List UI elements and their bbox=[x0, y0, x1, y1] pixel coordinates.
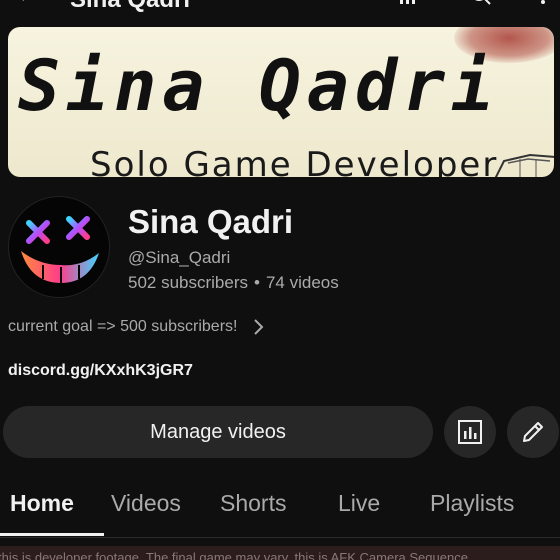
banner-subtitle: Solo Game Developer bbox=[90, 145, 499, 177]
subscriber-count: 502 subscribers bbox=[128, 273, 249, 292]
channel-description-row[interactable]: current goal => 500 subscribers! bbox=[8, 316, 265, 338]
channel-handle: @Sina_Qadri bbox=[128, 248, 231, 267]
top-bar-title: Sina Qadri bbox=[70, 0, 190, 14]
banner-title: Sina Qadri bbox=[18, 45, 500, 127]
tab-live[interactable]: Live bbox=[338, 490, 380, 517]
tab-home[interactable]: Home bbox=[10, 490, 74, 517]
tab-videos[interactable]: Videos bbox=[111, 490, 181, 517]
pencil-icon bbox=[523, 422, 543, 442]
edit-channel-button[interactable] bbox=[507, 406, 559, 458]
cast-icon[interactable] bbox=[398, 0, 420, 6]
tab-shorts[interactable]: Shorts bbox=[220, 490, 286, 517]
active-tab-indicator bbox=[0, 533, 104, 536]
channel-name: Sina Qadri bbox=[128, 203, 294, 240]
back-arrow-icon[interactable] bbox=[14, 0, 30, 2]
stats-separator: • bbox=[254, 273, 260, 292]
channel-link[interactable]: discord.gg/KXxhK3jGR7 bbox=[8, 362, 193, 380]
video-count: 74 videos bbox=[265, 273, 339, 292]
video-caption-strip: this is developer footage. The final gam… bbox=[0, 546, 560, 560]
manage-videos-button[interactable]: Manage videos bbox=[3, 406, 433, 458]
channel-banner: Sina Qadri Solo Game Developer bbox=[8, 27, 554, 177]
chevron-right-icon bbox=[254, 319, 264, 335]
car-sketch-icon bbox=[494, 153, 554, 177]
channel-tabs: Home Videos Shorts Live Playlists bbox=[0, 484, 560, 538]
more-vert-icon[interactable] bbox=[538, 0, 548, 6]
search-icon[interactable] bbox=[470, 0, 492, 6]
channel-stats: 502 subscribers • 74 videos bbox=[128, 273, 339, 293]
tab-playlists[interactable]: Playlists bbox=[430, 490, 514, 517]
channel-avatar[interactable] bbox=[8, 196, 110, 298]
analytics-button[interactable] bbox=[444, 406, 496, 458]
neon-smiley-logo-icon bbox=[21, 216, 99, 283]
top-app-bar: Sina Qadri bbox=[0, 0, 560, 13]
channel-description: current goal => 500 subscribers! bbox=[8, 318, 238, 335]
analytics-icon bbox=[458, 420, 482, 444]
video-caption: this is developer footage. The final gam… bbox=[0, 550, 468, 560]
